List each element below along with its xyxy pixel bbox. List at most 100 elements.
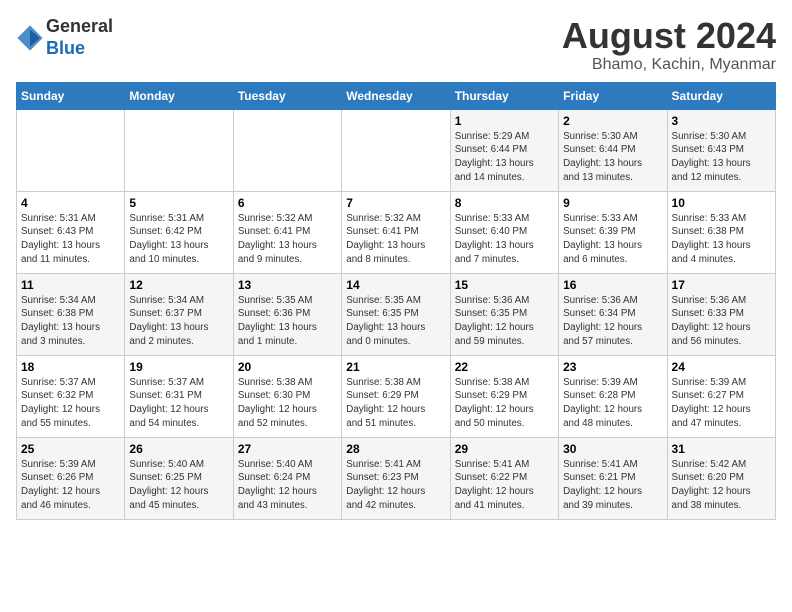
day-info: Sunrise: 5:29 AMSunset: 6:44 PMDaylight:… xyxy=(455,130,554,185)
day-number: 13 xyxy=(238,278,337,292)
day-number: 31 xyxy=(672,442,771,456)
day-info: Sunrise: 5:35 AMSunset: 6:36 PMDaylight:… xyxy=(238,294,337,349)
week-row-1: 1Sunrise: 5:29 AMSunset: 6:44 PMDaylight… xyxy=(17,109,776,191)
day-number: 26 xyxy=(129,442,228,456)
day-number: 2 xyxy=(563,114,662,128)
day-info: Sunrise: 5:30 AMSunset: 6:43 PMDaylight:… xyxy=(672,130,771,185)
calendar-cell: 19Sunrise: 5:37 AMSunset: 6:31 PMDayligh… xyxy=(125,355,233,437)
day-info: Sunrise: 5:42 AMSunset: 6:20 PMDaylight:… xyxy=(672,458,771,513)
day-info: Sunrise: 5:34 AMSunset: 6:38 PMDaylight:… xyxy=(21,294,120,349)
day-number: 12 xyxy=(129,278,228,292)
calendar-cell: 20 Sunrise: 5:38 AMSunset: 6:30 PMDayligh… xyxy=(233,355,341,437)
calendar-cell: 16 Sunrise: 5:36 AMSunset: 6:34 PMDayligh… xyxy=(559,273,667,355)
location-subtitle: Bhamo, Kachin, Myanmar xyxy=(562,56,776,74)
logo-blue-text: Blue xyxy=(46,38,85,58)
day-header-tuesday: Tuesday xyxy=(233,82,341,109)
day-number: 29 xyxy=(455,442,554,456)
logo: General Blue xyxy=(16,16,113,59)
day-number: 28 xyxy=(346,442,445,456)
day-info: Sunrise: 5:31 AMSunset: 6:43 PMDaylight:… xyxy=(21,212,120,267)
calendar-cell: 7 Sunrise: 5:32 AMSunset: 6:41 PMDaylight… xyxy=(342,191,450,273)
calendar-cell: 2 Sunrise: 5:30 AMSunset: 6:44 PMDaylight… xyxy=(559,109,667,191)
calendar-cell: 4 Sunrise: 5:31 AMSunset: 6:43 PMDaylight… xyxy=(17,191,125,273)
day-info: Sunrise: 5:39 AMSunset: 6:28 PMDaylight:… xyxy=(563,376,662,431)
day-number: 18 xyxy=(21,360,120,374)
day-info: Sunrise: 5:31 AMSunset: 6:42 PMDaylight:… xyxy=(129,212,228,267)
month-year-title: August 2024 xyxy=(562,16,776,56)
day-info: Sunrise: 5:38 AMSunset: 6:29 PMDaylight:… xyxy=(346,376,445,431)
week-row-3: 11 Sunrise: 5:34 AMSunset: 6:38 PMDayligh… xyxy=(17,273,776,355)
day-number: 14 xyxy=(346,278,445,292)
logo-general-text: General xyxy=(46,16,113,36)
day-number: 25 xyxy=(21,442,120,456)
day-number: 4 xyxy=(21,196,120,210)
calendar-cell: 6 Sunrise: 5:32 AMSunset: 6:41 PMDaylight… xyxy=(233,191,341,273)
day-info: Sunrise: 5:40 AMSunset: 6:25 PMDaylight:… xyxy=(129,458,228,513)
day-header-sunday: Sunday xyxy=(17,82,125,109)
day-header-friday: Friday xyxy=(559,82,667,109)
day-number: 16 xyxy=(563,278,662,292)
calendar-cell: 8Sunrise: 5:33 AMSunset: 6:40 PMDaylight… xyxy=(450,191,558,273)
day-number: 21 xyxy=(346,360,445,374)
calendar-cell: 29 Sunrise: 5:41 AMSunset: 6:22 PMDayligh… xyxy=(450,437,558,519)
calendar-cell xyxy=(125,109,233,191)
calendar-cell: 24 Sunrise: 5:39 AMSunset: 6:27 PMDayligh… xyxy=(667,355,775,437)
calendar-cell: 25 Sunrise: 5:39 AMSunset: 6:26 PMDayligh… xyxy=(17,437,125,519)
day-info: Sunrise: 5:36 AMSunset: 6:33 PMDaylight:… xyxy=(672,294,771,349)
day-info: Sunrise: 5:40 AMSunset: 6:24 PMDaylight:… xyxy=(238,458,337,513)
day-info: Sunrise: 5:39 AMSunset: 6:27 PMDaylight:… xyxy=(672,376,771,431)
day-info: Sunrise: 5:39 AMSunset: 6:26 PMDaylight:… xyxy=(21,458,120,513)
calendar-cell: 15Sunrise: 5:36 AMSunset: 6:35 PMDayligh… xyxy=(450,273,558,355)
calendar-cell: 12 Sunrise: 5:34 AMSunset: 6:37 PMDayligh… xyxy=(125,273,233,355)
day-number: 11 xyxy=(21,278,120,292)
week-row-4: 18Sunrise: 5:37 AMSunset: 6:32 PMDayligh… xyxy=(17,355,776,437)
day-number: 9 xyxy=(563,196,662,210)
calendar-cell: 14 Sunrise: 5:35 AMSunset: 6:35 PMDayligh… xyxy=(342,273,450,355)
day-number: 7 xyxy=(346,196,445,210)
day-info: Sunrise: 5:41 AMSunset: 6:23 PMDaylight:… xyxy=(346,458,445,513)
calendar-cell: 11 Sunrise: 5:34 AMSunset: 6:38 PMDayligh… xyxy=(17,273,125,355)
day-number: 3 xyxy=(672,114,771,128)
calendar-cell xyxy=(17,109,125,191)
logo-icon xyxy=(16,24,44,52)
calendar-cell: 30 Sunrise: 5:41 AMSunset: 6:21 PMDayligh… xyxy=(559,437,667,519)
day-number: 10 xyxy=(672,196,771,210)
day-info: Sunrise: 5:38 AMSunset: 6:30 PMDaylight:… xyxy=(238,376,337,431)
day-info: Sunrise: 5:35 AMSunset: 6:35 PMDaylight:… xyxy=(346,294,445,349)
calendar-table: SundayMondayTuesdayWednesdayThursdayFrid… xyxy=(16,82,776,520)
day-header-saturday: Saturday xyxy=(667,82,775,109)
calendar-cell: 10 Sunrise: 5:33 AMSunset: 6:38 PMDayligh… xyxy=(667,191,775,273)
calendar-cell: 17 Sunrise: 5:36 AMSunset: 6:33 PMDayligh… xyxy=(667,273,775,355)
day-number: 19 xyxy=(129,360,228,374)
day-number: 30 xyxy=(563,442,662,456)
day-info: Sunrise: 5:36 AMSunset: 6:35 PMDaylight:… xyxy=(455,294,554,349)
day-info: Sunrise: 5:33 AMSunset: 6:40 PMDaylight:… xyxy=(455,212,554,267)
day-number: 6 xyxy=(238,196,337,210)
day-number: 27 xyxy=(238,442,337,456)
day-number: 5 xyxy=(129,196,228,210)
day-info: Sunrise: 5:41 AMSunset: 6:22 PMDaylight:… xyxy=(455,458,554,513)
day-info: Sunrise: 5:34 AMSunset: 6:37 PMDaylight:… xyxy=(129,294,228,349)
calendar-cell: 22Sunrise: 5:38 AMSunset: 6:29 PMDayligh… xyxy=(450,355,558,437)
day-header-thursday: Thursday xyxy=(450,82,558,109)
day-number: 20 xyxy=(238,360,337,374)
calendar-cell: 18Sunrise: 5:37 AMSunset: 6:32 PMDayligh… xyxy=(17,355,125,437)
day-info: Sunrise: 5:36 AMSunset: 6:34 PMDaylight:… xyxy=(563,294,662,349)
day-info: Sunrise: 5:32 AMSunset: 6:41 PMDaylight:… xyxy=(238,212,337,267)
calendar-cell: 1Sunrise: 5:29 AMSunset: 6:44 PMDaylight… xyxy=(450,109,558,191)
calendar-cell: 23 Sunrise: 5:39 AMSunset: 6:28 PMDayligh… xyxy=(559,355,667,437)
day-number: 17 xyxy=(672,278,771,292)
day-info: Sunrise: 5:38 AMSunset: 6:29 PMDaylight:… xyxy=(455,376,554,431)
day-info: Sunrise: 5:41 AMSunset: 6:21 PMDaylight:… xyxy=(563,458,662,513)
calendar-cell: 3 Sunrise: 5:30 AMSunset: 6:43 PMDaylight… xyxy=(667,109,775,191)
title-area: August 2024 Bhamo, Kachin, Myanmar xyxy=(562,16,776,74)
calendar-cell: 21 Sunrise: 5:38 AMSunset: 6:29 PMDayligh… xyxy=(342,355,450,437)
day-info: Sunrise: 5:33 AMSunset: 6:39 PMDaylight:… xyxy=(563,212,662,267)
day-info: Sunrise: 5:33 AMSunset: 6:38 PMDaylight:… xyxy=(672,212,771,267)
day-number: 23 xyxy=(563,360,662,374)
day-info: Sunrise: 5:32 AMSunset: 6:41 PMDaylight:… xyxy=(346,212,445,267)
calendar-cell: 5 Sunrise: 5:31 AMSunset: 6:42 PMDaylight… xyxy=(125,191,233,273)
day-info: Sunrise: 5:30 AMSunset: 6:44 PMDaylight:… xyxy=(563,130,662,185)
day-header-monday: Monday xyxy=(125,82,233,109)
day-number: 24 xyxy=(672,360,771,374)
